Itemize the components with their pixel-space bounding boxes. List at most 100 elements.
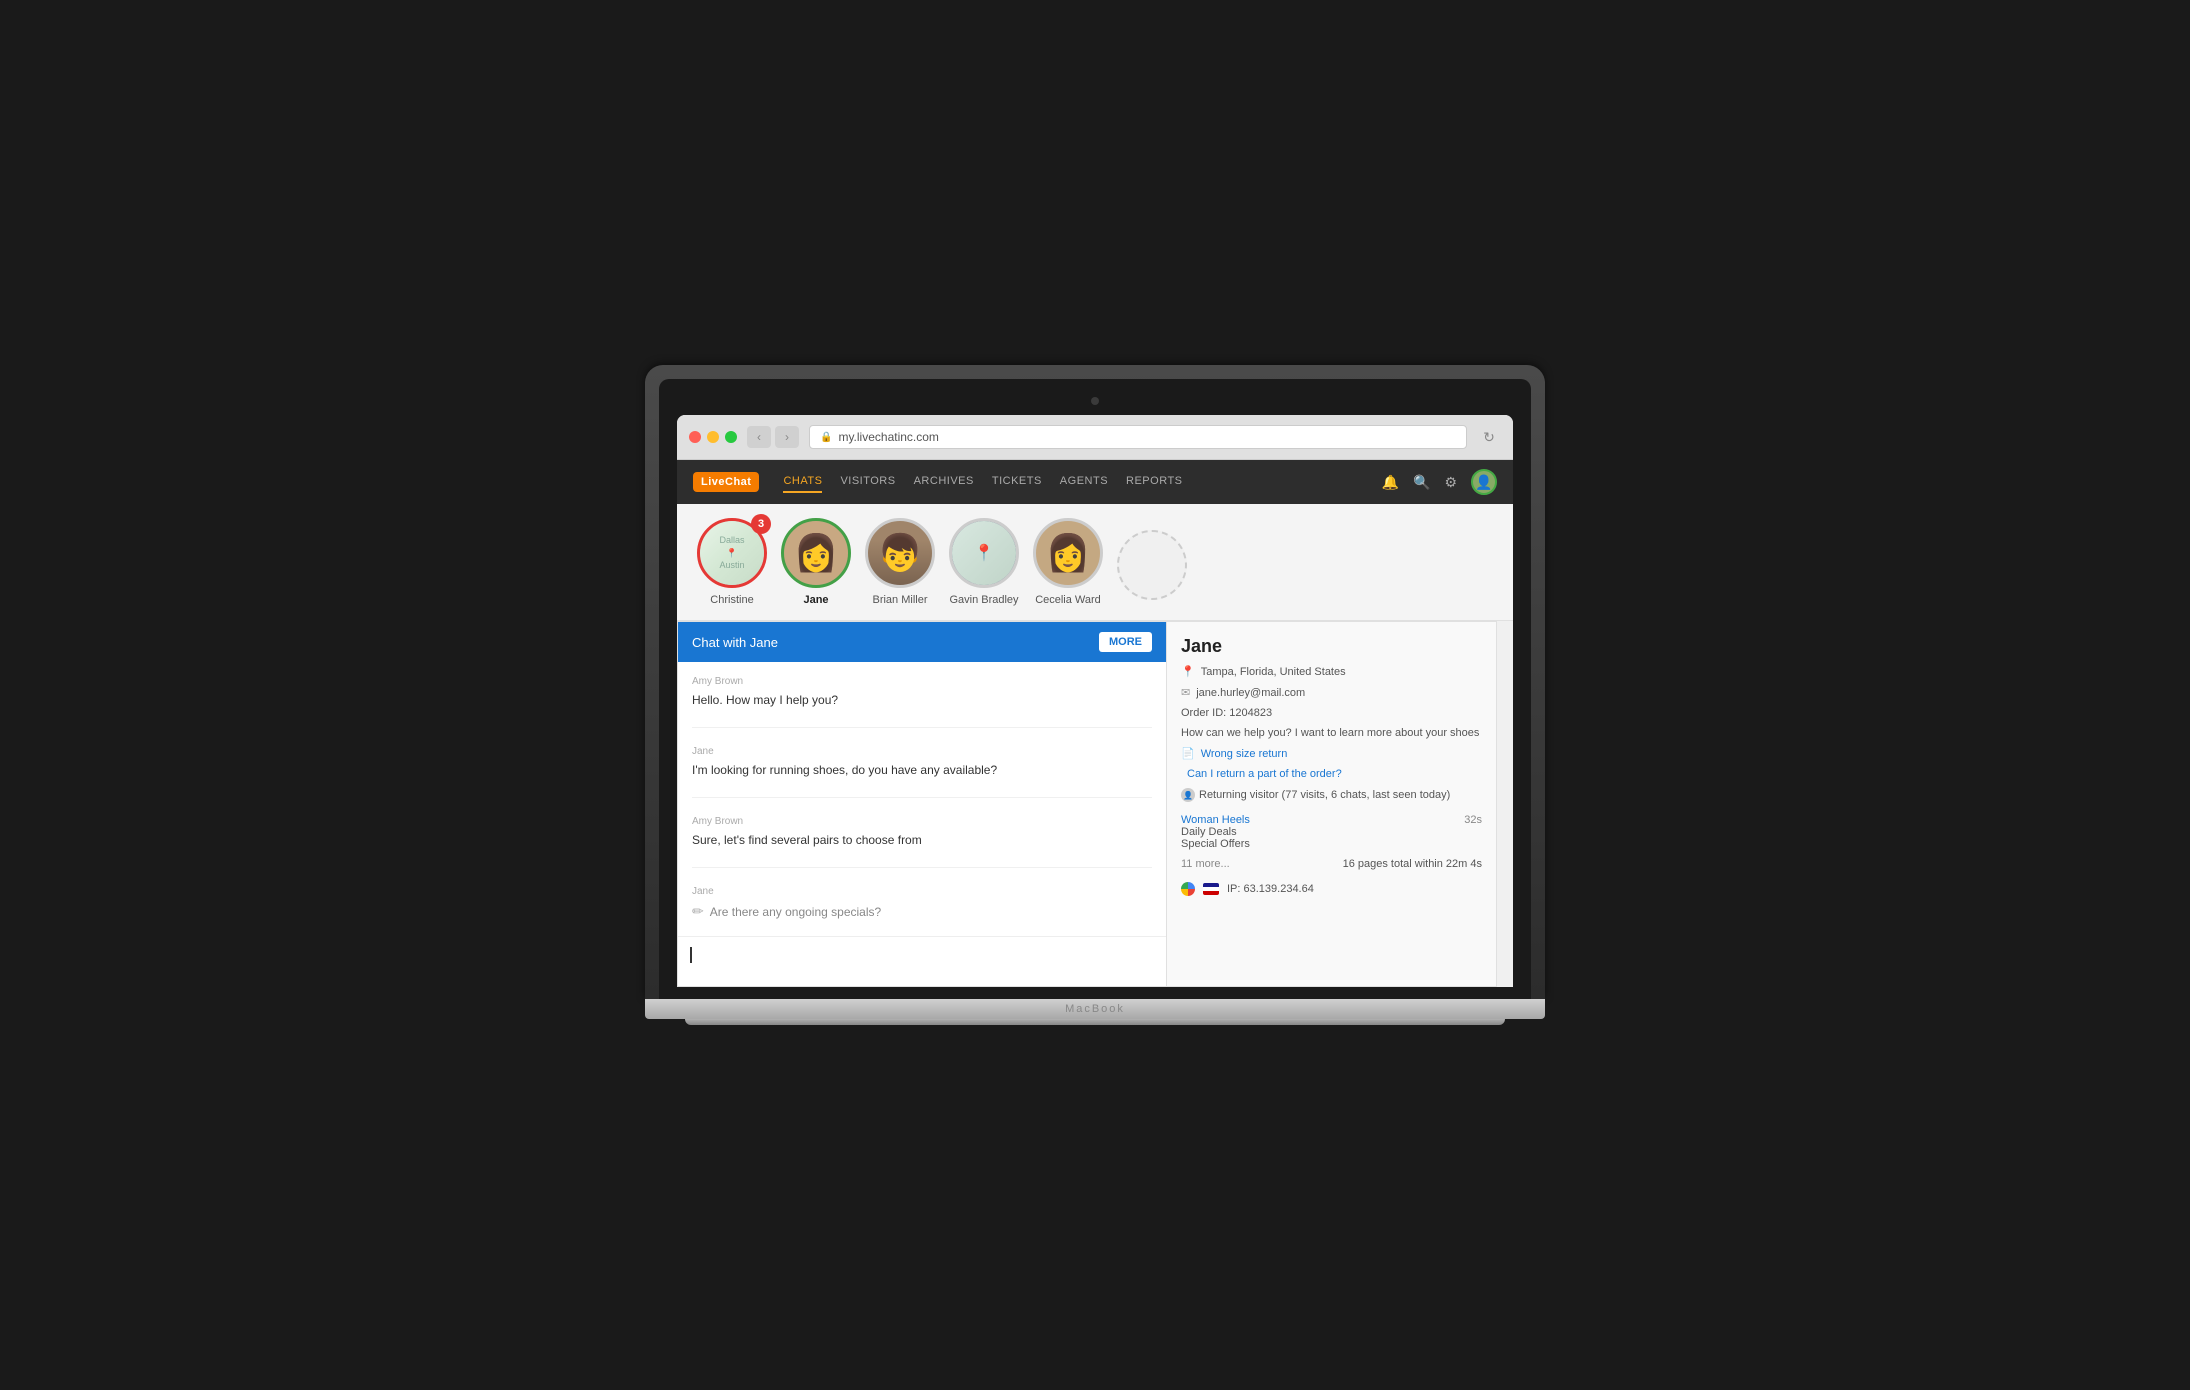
sidebar-page-row-1: Woman Heels 32s — [1181, 814, 1482, 826]
chat-user-jane[interactable]: 👩 Jane — [781, 518, 851, 606]
chat-user-christine[interactable]: Dallas 📍 Austin 3 Christine — [697, 518, 767, 606]
sidebar-question: How can we help you? I want to learn mor… — [1181, 727, 1482, 739]
traffic-lights — [689, 431, 737, 443]
msg-text-3: Sure, let's find several pairs to choose… — [692, 831, 1152, 849]
msg-sender-3: Amy Brown — [692, 816, 1152, 827]
chat-title: Chat with Jane — [692, 635, 778, 650]
address-bar[interactable]: 🔒 my.livechatinc.com — [809, 425, 1467, 449]
livechat-logo: LiveChat — [693, 472, 759, 492]
chat-user-cecelia[interactable]: 👩 Cecelia Ward — [1033, 518, 1103, 606]
nav-archives[interactable]: ARCHIVES — [914, 471, 974, 493]
avatar-gavin: 📍 — [949, 518, 1019, 588]
msg-sender-4: Jane — [692, 886, 1152, 897]
sidebar-page-name-1[interactable]: Woman Heels — [1181, 814, 1250, 826]
sidebar-location-row: 📍 Tampa, Florida, United States — [1181, 665, 1482, 678]
sidebar: Jane 📍 Tampa, Florida, United States ✉ j… — [1167, 621, 1497, 987]
sidebar-link-2[interactable]: Can I return a part of the order? — [1187, 768, 1342, 780]
browser-chrome: ‹ › 🔒 my.livechatinc.com ↻ — [677, 415, 1513, 460]
sidebar-page-name-2: Daily Deals — [1181, 826, 1237, 838]
avatar-wrap-jane: 👩 — [781, 518, 851, 588]
message-group-1: Amy Brown Hello. How may I help you? — [692, 676, 1152, 709]
message-group-3: Amy Brown Sure, let's find several pairs… — [692, 816, 1152, 849]
typing-text: Are there any ongoing specials? — [710, 903, 881, 921]
sidebar-page-row-2: Daily Deals — [1181, 826, 1482, 838]
doc-icon-1: 📄 — [1181, 747, 1195, 760]
nav-right: 🔔 🔍 ⚙ 👤 — [1382, 469, 1497, 495]
chat-user-empty — [1117, 530, 1187, 606]
avatar-cecelia: 👩 — [1033, 518, 1103, 588]
nav-chats[interactable]: CHATS — [783, 471, 822, 493]
macbook-lid: ‹ › 🔒 my.livechatinc.com ↻ LiveChat CHAT… — [645, 365, 1545, 999]
sidebar-page-name-3: Special Offers — [1181, 838, 1250, 850]
flag-icon — [1203, 883, 1219, 895]
nav-agents[interactable]: AGENTS — [1060, 471, 1108, 493]
chat-header: Chat with Jane MORE — [678, 622, 1166, 662]
chat-panel: Chat with Jane MORE Amy Brown Hello. How… — [677, 621, 1167, 987]
app-nav: LiveChat CHATS VISITORS ARCHIVES TICKETS… — [677, 460, 1513, 504]
bell-icon[interactable]: 🔔 — [1382, 474, 1399, 491]
msg-sender-1: Amy Brown — [692, 676, 1152, 687]
chat-messages: Amy Brown Hello. How may I help you? Jan… — [678, 662, 1166, 936]
sidebar-link-1[interactable]: Wrong size return — [1201, 748, 1288, 760]
nav-visitors[interactable]: VISITORS — [840, 471, 895, 493]
divider-3 — [692, 867, 1152, 868]
email-icon: ✉ — [1181, 686, 1190, 699]
typing-icon: ✏ — [692, 901, 704, 922]
nav-items: CHATS VISITORS ARCHIVES TICKETS AGENTS R… — [783, 471, 1357, 493]
avatar-wrap-gavin: 📍 — [949, 518, 1019, 588]
app-content: Dallas 📍 Austin 3 Christine — [677, 504, 1513, 987]
settings-icon[interactable]: ⚙ — [1444, 474, 1457, 491]
name-gavin: Gavin Bradley — [949, 594, 1018, 606]
sidebar-more-pages[interactable]: 11 more... — [1181, 858, 1230, 870]
avatar-wrap-empty — [1117, 530, 1187, 600]
msg-text-1: Hello. How may I help you? — [692, 691, 1152, 709]
avatar-jane: 👩 — [781, 518, 851, 588]
message-group-4: Jane ✏ Are there any ongoing specials? — [692, 886, 1152, 922]
nav-reports[interactable]: REPORTS — [1126, 471, 1182, 493]
sidebar-order-id: Order ID: 1204823 — [1181, 707, 1482, 719]
chat-main: Chat with Jane MORE Amy Brown Hello. How… — [677, 621, 1513, 987]
browser-window: ‹ › 🔒 my.livechatinc.com ↻ LiveChat CHAT… — [677, 415, 1513, 987]
avatar-brian: 👦 — [865, 518, 935, 588]
sidebar-email-row: ✉ jane.hurley@mail.com — [1181, 686, 1482, 699]
search-icon[interactable]: 🔍 — [1413, 474, 1430, 491]
nav-tickets[interactable]: TICKETS — [992, 471, 1042, 493]
sidebar-contact-name: Jane — [1181, 636, 1482, 657]
visitor-icon: 👤 — [1181, 788, 1195, 802]
badge-christine: 3 — [751, 514, 771, 534]
sidebar-page-row-3: Special Offers — [1181, 838, 1482, 850]
user-avatar-nav[interactable]: 👤 — [1471, 469, 1497, 495]
divider-2 — [692, 797, 1152, 798]
minimize-button[interactable] — [707, 431, 719, 443]
sidebar-pages: Woman Heels 32s Daily Deals Special Offe… — [1181, 814, 1482, 850]
chat-input-area[interactable] — [678, 936, 1166, 986]
back-button[interactable]: ‹ — [747, 426, 771, 448]
sidebar-ip: IP: 63.139.234.64 — [1227, 883, 1314, 895]
forward-button[interactable]: › — [775, 426, 799, 448]
name-christine: Christine — [710, 594, 753, 606]
camera — [1091, 397, 1099, 405]
macbook-container: ‹ › 🔒 my.livechatinc.com ↻ LiveChat CHAT… — [645, 365, 1545, 1025]
avatar-empty — [1117, 530, 1187, 600]
macbook-base: MacBook — [645, 999, 1545, 1019]
map-gavin: 📍 — [952, 521, 1016, 585]
nav-buttons: ‹ › — [747, 426, 799, 448]
refresh-button[interactable]: ↻ — [1477, 426, 1501, 448]
avatar-wrap-brian: 👦 — [865, 518, 935, 588]
chrome-icon — [1181, 882, 1195, 896]
sidebar-ip-row: IP: 63.139.234.64 — [1181, 882, 1482, 896]
macbook-foot — [685, 1019, 1505, 1025]
maximize-button[interactable] — [725, 431, 737, 443]
more-button[interactable]: MORE — [1099, 632, 1152, 652]
msg-text-2: I'm looking for running shoes, do you ha… — [692, 761, 1152, 779]
msg-sender-2: Jane — [692, 746, 1152, 757]
sidebar-more-row: 11 more... 16 pages total within 22m 4s — [1181, 858, 1482, 870]
name-jane: Jane — [803, 594, 828, 606]
sidebar-location: Tampa, Florida, United States — [1201, 666, 1346, 678]
close-button[interactable] — [689, 431, 701, 443]
chat-user-gavin[interactable]: 📍 Gavin Bradley — [949, 518, 1019, 606]
sidebar-link-row-2: Can I return a part of the order? — [1181, 768, 1482, 780]
name-cecelia: Cecelia Ward — [1035, 594, 1101, 606]
chat-user-brian[interactable]: 👦 Brian Miller — [865, 518, 935, 606]
screen-bezel: ‹ › 🔒 my.livechatinc.com ↻ LiveChat CHAT… — [659, 379, 1531, 999]
